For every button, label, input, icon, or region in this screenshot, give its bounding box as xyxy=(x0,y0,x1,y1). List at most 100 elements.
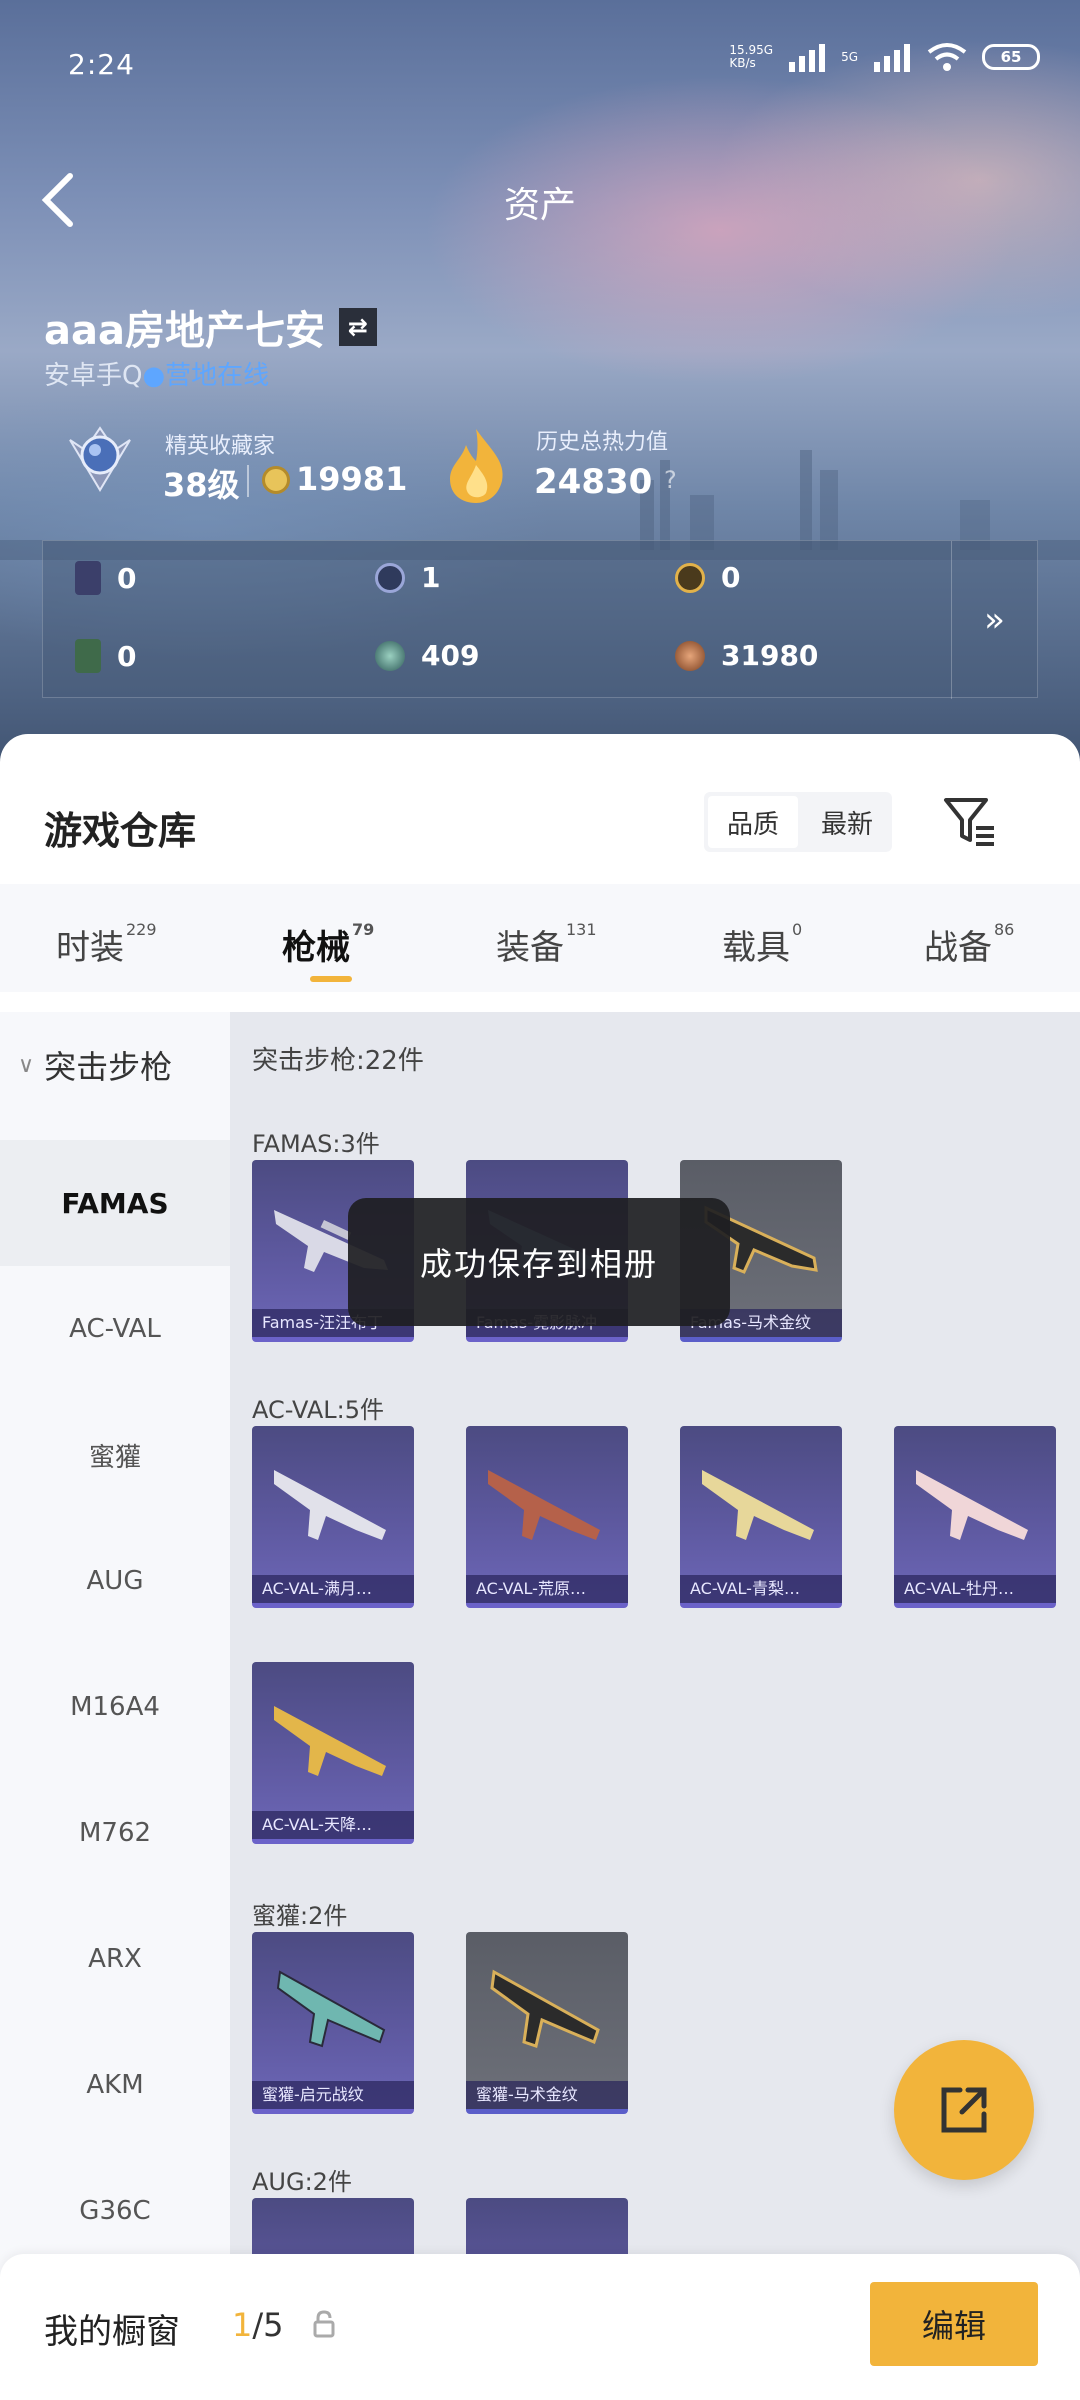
showcase-total: /5 xyxy=(252,2306,284,2344)
weapon-card[interactable]: AC-VAL-青梨… xyxy=(680,1426,842,1608)
rifle-icon xyxy=(274,1706,386,1776)
bronze-orb-icon xyxy=(675,640,705,671)
sidebar-item-honey-badger[interactable]: 蜜獾 xyxy=(0,1392,230,1518)
sidebar-item-famas[interactable]: FAMAS xyxy=(0,1140,230,1266)
category-header[interactable]: ∨ 突击步枪 xyxy=(18,1042,172,1088)
weapon-card-label: AC-VAL-满月… xyxy=(252,1575,414,1603)
tab-fashion[interactable]: 时装 229 xyxy=(56,920,157,969)
tab-label: 载具 xyxy=(722,928,790,968)
weapon-card[interactable]: AC-VAL-牡丹… xyxy=(894,1426,1056,1608)
green-card-icon xyxy=(75,639,101,673)
weapon-card[interactable]: AC-VAL-满月… xyxy=(252,1426,414,1608)
category-tabs: 时装 229 枪械 79 装备 131 载具 0 战备 86 xyxy=(0,884,1080,992)
tab-label: 时装 xyxy=(56,928,124,968)
tab-count: 0 xyxy=(792,920,803,939)
content-summary: 突击步枪:22件 xyxy=(252,1046,424,1076)
resource-value: 1 xyxy=(421,561,441,594)
weapon-sidebar: ∨ 突击步枪 FAMAS AC-VAL 蜜獾 AUG M16A4 M762 AR… xyxy=(0,1012,230,2400)
page-title: 资产 xyxy=(503,185,576,226)
resource-value: 0 xyxy=(721,561,741,594)
username-text: aaa房地产七安 xyxy=(44,308,325,354)
heat-label: 历史总热力值 xyxy=(536,430,669,455)
network-type: 5G xyxy=(841,49,858,64)
lock-icon xyxy=(313,2310,335,2338)
rifle-icon xyxy=(274,1470,386,1540)
category-label: 突击步枪 xyxy=(44,1048,173,1086)
resource-value: 0 xyxy=(117,561,137,595)
heat-value: 24830 xyxy=(534,462,653,502)
switch-account-icon[interactable]: ⇄ xyxy=(338,308,377,346)
rifle-icon xyxy=(490,1969,600,2048)
rifle-icon xyxy=(276,1970,386,2048)
resource-item: 0 xyxy=(75,561,136,595)
resource-value: 409 xyxy=(421,639,480,672)
rifle-icon xyxy=(488,1470,600,1540)
resource-item: 409 xyxy=(375,639,479,672)
showcase-label: 我的橱窗 xyxy=(44,2312,180,2352)
weapon-card-label: 蜜獾-马术金纹 xyxy=(466,2081,628,2109)
showcase-current: 1 xyxy=(232,2306,253,2344)
sort-latest-button[interactable]: 最新 xyxy=(802,792,892,852)
net-speed: 15.95G KB/s xyxy=(729,44,773,70)
weapon-card-label: AC-VAL-青梨… xyxy=(680,1575,842,1603)
tab-active-indicator xyxy=(310,976,352,982)
weapon-card[interactable]: 蜜獾-马术金纹 xyxy=(466,1932,628,2114)
sidebar-item-m16a4[interactable]: M16A4 xyxy=(0,1644,230,1770)
weapon-card-label: AC-VAL-天降… xyxy=(252,1811,414,1839)
tab-supplies[interactable]: 战备 86 xyxy=(924,920,1014,969)
rank-badge-icon xyxy=(69,426,131,492)
sidebar-item-aug[interactable]: AUG xyxy=(0,1518,230,1644)
sidebar-item-m762[interactable]: M762 xyxy=(0,1770,230,1896)
weapon-card[interactable]: 蜜獾-启元战纹 xyxy=(252,1932,414,2114)
share-button[interactable] xyxy=(894,2040,1034,2180)
rank-level: 38级 xyxy=(163,466,240,504)
filter-icon[interactable] xyxy=(942,796,998,848)
teal-orb-icon xyxy=(375,640,405,671)
signal-icon xyxy=(789,44,826,72)
resource-item: 31980 xyxy=(675,639,818,672)
resource-item: 0 xyxy=(75,639,136,673)
edit-button[interactable]: 编辑 xyxy=(870,2282,1038,2366)
rank-label: 精英收藏家 xyxy=(165,434,276,459)
sidebar-item-arx[interactable]: ARX xyxy=(0,1896,230,2022)
battery-icon: 65 xyxy=(982,44,1040,70)
sort-quality-button[interactable]: 品质 xyxy=(708,796,798,848)
resource-value: 0 xyxy=(117,639,137,673)
rifle-icon xyxy=(702,1470,814,1540)
sidebar-item-acval[interactable]: AC-VAL xyxy=(0,1266,230,1392)
tab-label: 装备 xyxy=(496,928,564,968)
section-title: AC-VAL:5件 xyxy=(252,1396,385,1424)
weapon-card-label: 蜜獾-启元战纹 xyxy=(252,2081,414,2109)
section-title: 蜜獾:2件 xyxy=(252,1902,348,1930)
tab-count: 79 xyxy=(352,920,375,939)
section-title: AUG:2件 xyxy=(252,2168,352,2196)
resource-value: 31980 xyxy=(721,639,819,672)
resource-panel: 0 1 0 0 409 31980 » xyxy=(42,540,1038,699)
blue-token-icon xyxy=(375,562,405,593)
tab-firearms[interactable]: 枪械 79 xyxy=(282,920,374,969)
weapon-card[interactable]: AC-VAL-荒原… xyxy=(466,1426,628,1608)
net-speed-unit: KB/s xyxy=(729,56,756,70)
wifi-icon xyxy=(927,43,967,71)
account-subline: 安卓手Q●营地在线 xyxy=(44,355,269,392)
stats-divider xyxy=(247,465,249,497)
resource-item: 1 xyxy=(375,561,440,594)
tab-vehicles[interactable]: 载具 0 xyxy=(722,920,802,969)
resource-more-icon[interactable]: » xyxy=(951,541,1037,699)
status-time: 2:24 xyxy=(68,48,135,81)
help-icon[interactable]: ? xyxy=(664,466,677,494)
gold-token-icon xyxy=(675,562,705,593)
tab-label: 枪械 xyxy=(282,928,350,968)
online-status: ●营地在线 xyxy=(142,361,270,391)
showcase-bar: 我的橱窗 1/5 编辑 xyxy=(0,2254,1080,2400)
warehouse-title: 游戏仓库 xyxy=(44,809,197,853)
tab-equipment[interactable]: 装备 131 xyxy=(496,920,597,969)
sort-toggle: 品质 最新 xyxy=(704,792,892,852)
sidebar-item-akm[interactable]: AKM xyxy=(0,2022,230,2148)
weapon-card[interactable]: AC-VAL-天降… xyxy=(252,1662,414,1844)
weapon-card-label: AC-VAL-牡丹… xyxy=(894,1575,1056,1603)
status-icons: 15.95G KB/s 5G 65 xyxy=(729,42,1040,72)
tab-count: 86 xyxy=(994,920,1015,939)
chevron-down-icon: ∨ xyxy=(18,1052,35,1078)
resource-item: 0 xyxy=(675,561,740,594)
